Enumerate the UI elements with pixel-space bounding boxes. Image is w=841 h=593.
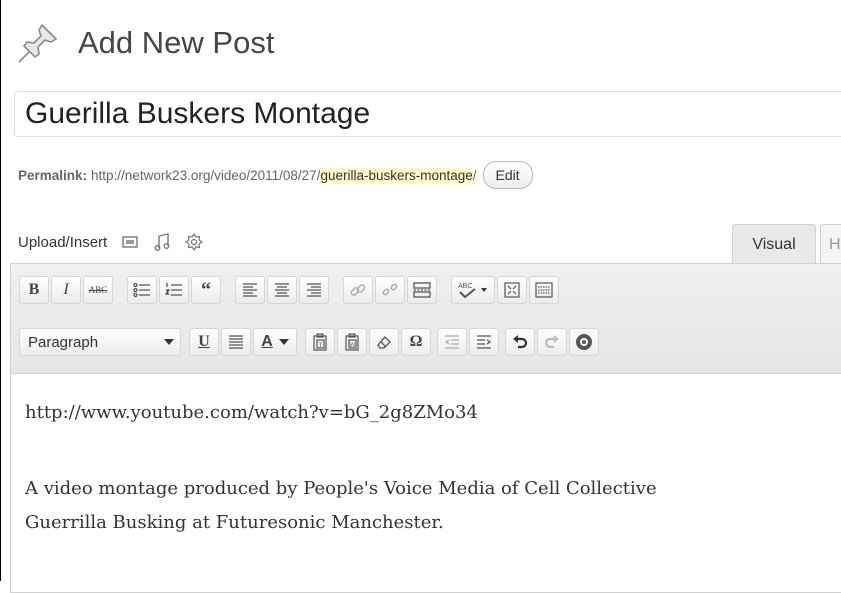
more-tag-icon bbox=[413, 282, 431, 298]
outdent-icon bbox=[444, 335, 459, 349]
numbered-list-icon bbox=[165, 283, 182, 296]
permalink-bar: Permalink: http://network23.org/video/20… bbox=[18, 160, 533, 190]
blockquote-button[interactable]: “ bbox=[191, 276, 221, 304]
align-right-button[interactable] bbox=[299, 276, 329, 304]
svg-text:W: W bbox=[350, 343, 356, 349]
paste-text-icon: T bbox=[313, 333, 327, 351]
remove-format-button[interactable] bbox=[369, 328, 399, 356]
unlink-icon bbox=[382, 283, 398, 296]
bullet-list-icon bbox=[133, 282, 150, 298]
svg-text:ABC: ABC bbox=[458, 283, 472, 290]
bold-button[interactable]: B bbox=[19, 276, 49, 304]
format-select[interactable]: Paragraph bbox=[19, 328, 181, 356]
content-line: A video montage produced by People's Voi… bbox=[25, 478, 657, 499]
text-color-label: A bbox=[261, 333, 273, 350]
unlink-button[interactable] bbox=[375, 276, 405, 304]
music-note-icon[interactable] bbox=[153, 233, 171, 251]
pushpin-icon bbox=[18, 23, 58, 63]
spellcheck-button[interactable]: ABC bbox=[451, 276, 495, 304]
italic-button[interactable]: I bbox=[51, 276, 81, 304]
permalink-trailing: / bbox=[472, 167, 477, 183]
paste-text-button[interactable]: T bbox=[305, 328, 335, 356]
svg-text:T: T bbox=[319, 343, 323, 349]
help-icon bbox=[576, 334, 592, 350]
permalink-base: http://network23.org/video/2011/08/27/ bbox=[91, 167, 321, 183]
text-color-button[interactable]: A bbox=[253, 328, 297, 356]
help-button[interactable] bbox=[569, 328, 599, 356]
fullscreen-button[interactable] bbox=[497, 276, 527, 304]
format-select-value: Paragraph bbox=[28, 333, 99, 351]
align-left-button[interactable] bbox=[235, 276, 265, 304]
paste-word-button[interactable]: W bbox=[337, 328, 367, 356]
redo-button[interactable] bbox=[537, 328, 567, 356]
gear-icon[interactable] bbox=[185, 233, 204, 251]
permalink-slug[interactable]: guerilla-buskers-montage bbox=[320, 167, 473, 183]
paste-word-icon: W bbox=[345, 333, 359, 351]
strikethrough-button[interactable]: ABC bbox=[83, 276, 113, 304]
insert-more-button[interactable] bbox=[407, 276, 437, 304]
align-left-icon bbox=[243, 283, 257, 297]
kitchen-sink-button[interactable] bbox=[529, 276, 559, 304]
toolbar-row-1: B I ABC “ ABC bbox=[19, 276, 561, 304]
kitchen-sink-icon bbox=[535, 282, 553, 298]
underline-button[interactable]: U bbox=[189, 328, 219, 356]
justify-icon bbox=[229, 335, 243, 349]
upload-insert-label: Upload/Insert bbox=[18, 233, 108, 251]
fullscreen-icon bbox=[504, 282, 520, 298]
numbered-list-button[interactable] bbox=[159, 276, 189, 304]
undo-button[interactable] bbox=[505, 328, 535, 356]
strike-label: ABC bbox=[88, 285, 108, 295]
editor-toolbar: B I ABC “ ABC Paragraph U A T W Ω bbox=[11, 264, 841, 374]
upload-insert-bar: Upload/Insert bbox=[18, 228, 204, 256]
page-header: Add New Post bbox=[16, 18, 274, 68]
content-line: http://www.youtube.com/watch?v=bG_2g8ZMo… bbox=[25, 402, 478, 423]
indent-icon bbox=[477, 335, 492, 349]
special-character-button[interactable]: Ω bbox=[401, 328, 431, 356]
chevron-down-icon bbox=[278, 339, 289, 345]
omega-icon: Ω bbox=[409, 333, 423, 350]
align-center-button[interactable] bbox=[267, 276, 297, 304]
justify-button[interactable] bbox=[221, 328, 251, 356]
bullet-list-button[interactable] bbox=[127, 276, 157, 304]
underline-label: U bbox=[198, 333, 210, 350]
insert-link-button[interactable] bbox=[343, 276, 373, 304]
post-editor: B I ABC “ ABC Paragraph U A T W Ω http:/… bbox=[10, 263, 841, 593]
toolbar-row-2: Paragraph U A T W Ω bbox=[19, 328, 601, 356]
chevron-down-icon bbox=[164, 339, 174, 345]
window-border bbox=[0, 0, 1, 581]
tab-visual[interactable]: Visual bbox=[732, 224, 816, 264]
spellcheck-icon: ABC bbox=[458, 283, 487, 299]
permalink-edit-button[interactable]: Edit bbox=[482, 161, 533, 189]
align-center-icon bbox=[275, 283, 289, 297]
redo-icon bbox=[544, 335, 559, 349]
indent-button[interactable] bbox=[469, 328, 499, 356]
tab-html[interactable]: H bbox=[820, 224, 841, 264]
undo-icon bbox=[513, 335, 528, 349]
align-right-icon bbox=[307, 283, 321, 297]
post-title-input[interactable]: Guerilla Buskers Montage bbox=[14, 91, 841, 137]
editor-content[interactable]: http://www.youtube.com/watch?v=bG_2g8ZMo… bbox=[25, 396, 841, 540]
bold-label: B bbox=[28, 281, 40, 298]
link-icon bbox=[350, 284, 366, 296]
image-icon[interactable] bbox=[121, 233, 139, 251]
eraser-icon bbox=[377, 336, 391, 349]
page-title: Add New Post bbox=[78, 25, 275, 60]
outdent-button[interactable] bbox=[437, 328, 467, 356]
content-line: Guerrilla Busking at Futuresonic Manches… bbox=[25, 512, 444, 533]
permalink-label: Permalink: bbox=[18, 167, 88, 183]
italic-label: I bbox=[63, 281, 69, 298]
quote-icon: “ bbox=[201, 278, 211, 301]
